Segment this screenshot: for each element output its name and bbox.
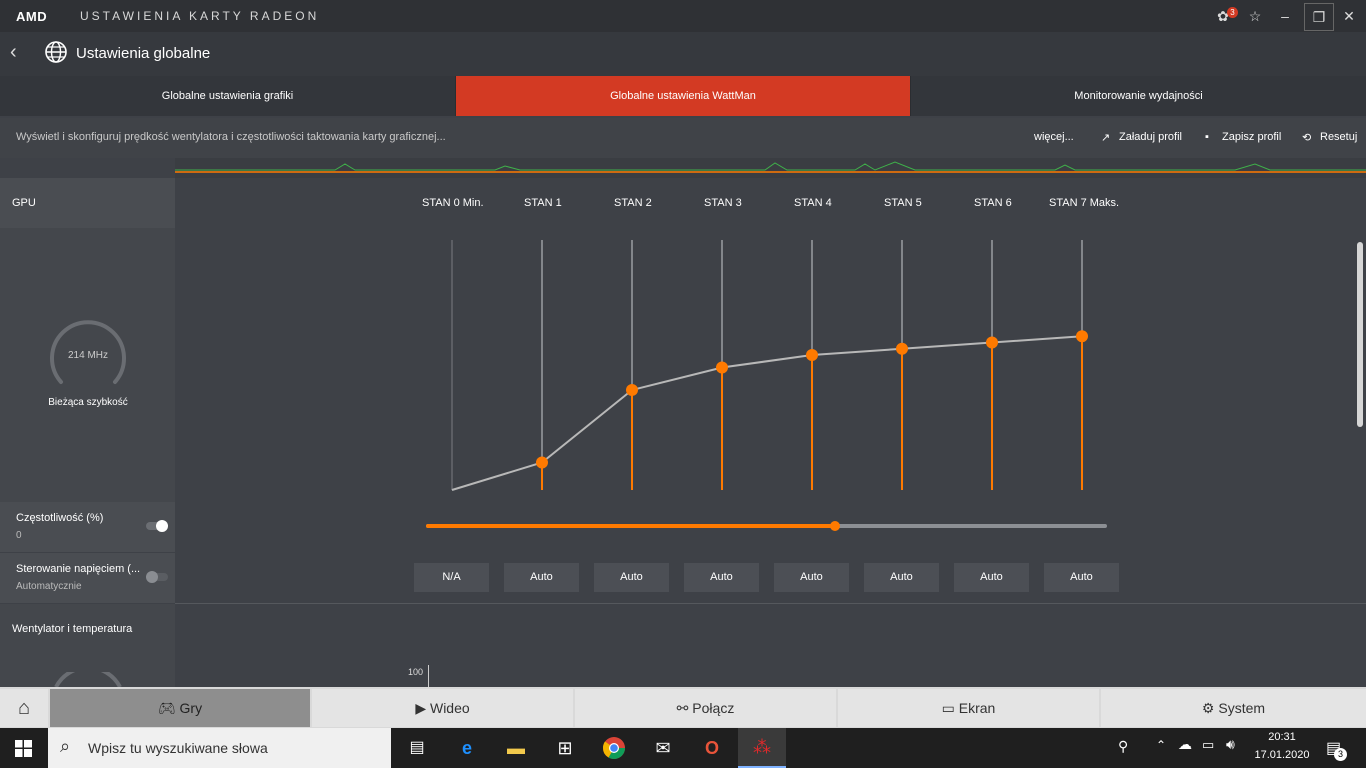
page-description: Wyświetl i skonfiguruj prędkość wentylat… bbox=[16, 131, 446, 143]
system-icon: ⚙ bbox=[1201, 700, 1219, 716]
voltage-title: Sterowanie napięciem (... bbox=[16, 563, 141, 575]
back-arrow-icon[interactable]: ‹ bbox=[10, 42, 17, 62]
store-icon[interactable]: ⊞ bbox=[551, 734, 579, 762]
frequency-title: Częstotliwość (%) bbox=[16, 512, 104, 524]
action-center-badge: 3 bbox=[1334, 748, 1347, 761]
state-label: STAN 6 bbox=[974, 197, 1012, 209]
state-voltage-field[interactable]: N/A bbox=[414, 563, 489, 592]
search-placeholder: Wpisz tu wyszukiwane słowa bbox=[88, 740, 268, 756]
app-title: USTAWIENIA KARTY RADEON bbox=[80, 9, 320, 23]
minimize-icon[interactable]: – bbox=[1274, 6, 1296, 26]
favorite-star-icon[interactable]: ☆ bbox=[1244, 6, 1266, 26]
load-profile-button[interactable]: Załaduj profil bbox=[1119, 131, 1182, 143]
onedrive-icon[interactable]: ☁ bbox=[1178, 736, 1192, 753]
state-point[interactable] bbox=[716, 361, 728, 374]
more-link[interactable]: więcej... bbox=[1034, 131, 1074, 143]
state-label: STAN 2 bbox=[614, 197, 652, 209]
tab-global-wattman[interactable]: Globalne ustawienia WattMan bbox=[456, 76, 910, 116]
page-title: Ustawienia globalne bbox=[76, 45, 211, 62]
reset-icon[interactable]: ⟲ bbox=[1302, 131, 1311, 144]
state-label: STAN 5 bbox=[884, 197, 922, 209]
save-profile-button[interactable]: Zapisz profil bbox=[1222, 131, 1281, 143]
edge-icon[interactable]: e bbox=[453, 734, 481, 762]
state-point[interactable] bbox=[626, 384, 638, 396]
chevron-up-icon[interactable]: ⌃ bbox=[1156, 738, 1166, 752]
frequency-toggle-knob[interactable] bbox=[156, 520, 168, 532]
fan-gauge bbox=[54, 672, 122, 687]
gamepad-icon: 🎮︎ bbox=[157, 700, 180, 716]
save-profile-icon[interactable]: ▪ bbox=[1205, 131, 1209, 143]
state-voltage-field[interactable]: Auto bbox=[864, 563, 939, 592]
state-voltage-field[interactable]: Auto bbox=[684, 563, 759, 592]
search-icon: ⌕ bbox=[60, 736, 71, 756]
amd-logo: AMD bbox=[16, 9, 48, 24]
frequency-slider-fill bbox=[426, 524, 835, 528]
nav-video[interactable]: ▶ Wideo bbox=[312, 689, 573, 727]
frequency-slider-knob[interactable] bbox=[829, 521, 840, 531]
voltage-toggle-knob[interactable] bbox=[146, 571, 158, 583]
frequency-curve bbox=[451, 335, 1083, 491]
radeon-icon: ⁂ bbox=[753, 737, 771, 757]
home-icon[interactable]: ⌂ bbox=[0, 689, 48, 727]
gauge-value: 214 MHz bbox=[67, 350, 108, 361]
state-voltage-field[interactable]: Auto bbox=[1044, 563, 1119, 592]
monitor-icon: ▭ bbox=[941, 700, 959, 716]
state-point[interactable] bbox=[536, 456, 548, 469]
fan-chart-axis bbox=[428, 665, 429, 687]
state-voltage-field[interactable]: Auto bbox=[954, 563, 1029, 592]
state-label: STAN 0 Min. bbox=[422, 197, 484, 209]
fan-temperature-label: Wentylator i temperatura bbox=[12, 623, 133, 635]
state-voltage-field[interactable]: Auto bbox=[504, 563, 579, 592]
notification-badge: 3 bbox=[1227, 7, 1238, 18]
divider bbox=[175, 603, 1366, 604]
people-icon[interactable]: ⚲ bbox=[1118, 738, 1128, 755]
nav-display[interactable]: ▭ Ekran bbox=[838, 689, 1099, 727]
reset-button[interactable]: Resetuj bbox=[1320, 131, 1357, 143]
state-voltage-field[interactable]: Auto bbox=[774, 563, 849, 592]
chrome-icon[interactable] bbox=[600, 734, 628, 762]
state-frequency-chart[interactable] bbox=[175, 228, 1366, 508]
load-profile-icon[interactable]: ↗ bbox=[1101, 131, 1110, 144]
fan-chart-y-tick: 100 bbox=[408, 667, 424, 677]
task-view-icon[interactable]: ▤ bbox=[403, 734, 431, 762]
gauge-label: Bieżąca szybkość bbox=[48, 397, 128, 408]
voltage-value: Automatycznie bbox=[16, 581, 82, 592]
state-label: STAN 3 bbox=[704, 197, 742, 209]
share-icon: ⚯ bbox=[676, 700, 693, 716]
play-icon: ▶ bbox=[415, 700, 430, 716]
nav-connect[interactable]: ⚯ Połącz bbox=[575, 689, 836, 727]
volume-icon[interactable]: 🔊︎ bbox=[1226, 736, 1235, 753]
state-point[interactable] bbox=[806, 349, 818, 361]
network-icon[interactable]: ▭ bbox=[1202, 737, 1214, 753]
state-point[interactable] bbox=[1076, 330, 1088, 343]
nav-system[interactable]: ⚙ System bbox=[1101, 689, 1366, 727]
close-icon[interactable]: ✕ bbox=[1338, 6, 1360, 26]
state-point[interactable] bbox=[896, 342, 908, 355]
tab-performance-monitoring[interactable]: Monitorowanie wydajności bbox=[911, 76, 1366, 116]
clock-time[interactable]: 20:31 bbox=[1252, 731, 1312, 743]
globe-icon bbox=[45, 41, 67, 63]
gpu-label: GPU bbox=[12, 197, 36, 209]
tab-global-graphics[interactable]: Globalne ustawienia grafiki bbox=[0, 76, 455, 116]
state-label: STAN 7 Maks. bbox=[1049, 197, 1120, 209]
scrollbar[interactable] bbox=[1357, 242, 1363, 427]
state-label: STAN 4 bbox=[794, 197, 832, 209]
state-label: STAN 1 bbox=[524, 197, 562, 209]
radeon-taskbar-button[interactable]: ⁂ bbox=[738, 728, 786, 768]
office-icon[interactable]: O bbox=[698, 734, 726, 762]
frequency-value: 0 bbox=[16, 530, 22, 541]
windows-start-icon[interactable] bbox=[15, 740, 32, 757]
file-explorer-icon[interactable]: ▬ bbox=[502, 734, 530, 762]
nav-games[interactable]: 🎮︎ Gry bbox=[50, 689, 310, 727]
restore-icon[interactable]: ❐ bbox=[1304, 3, 1334, 31]
mail-icon[interactable]: ✉ bbox=[649, 734, 677, 762]
activity-graph-strip bbox=[175, 158, 1366, 178]
state-voltage-field[interactable]: Auto bbox=[594, 563, 669, 592]
clock-date[interactable]: 17.01.2020 bbox=[1252, 749, 1312, 761]
state-point[interactable] bbox=[986, 336, 998, 349]
